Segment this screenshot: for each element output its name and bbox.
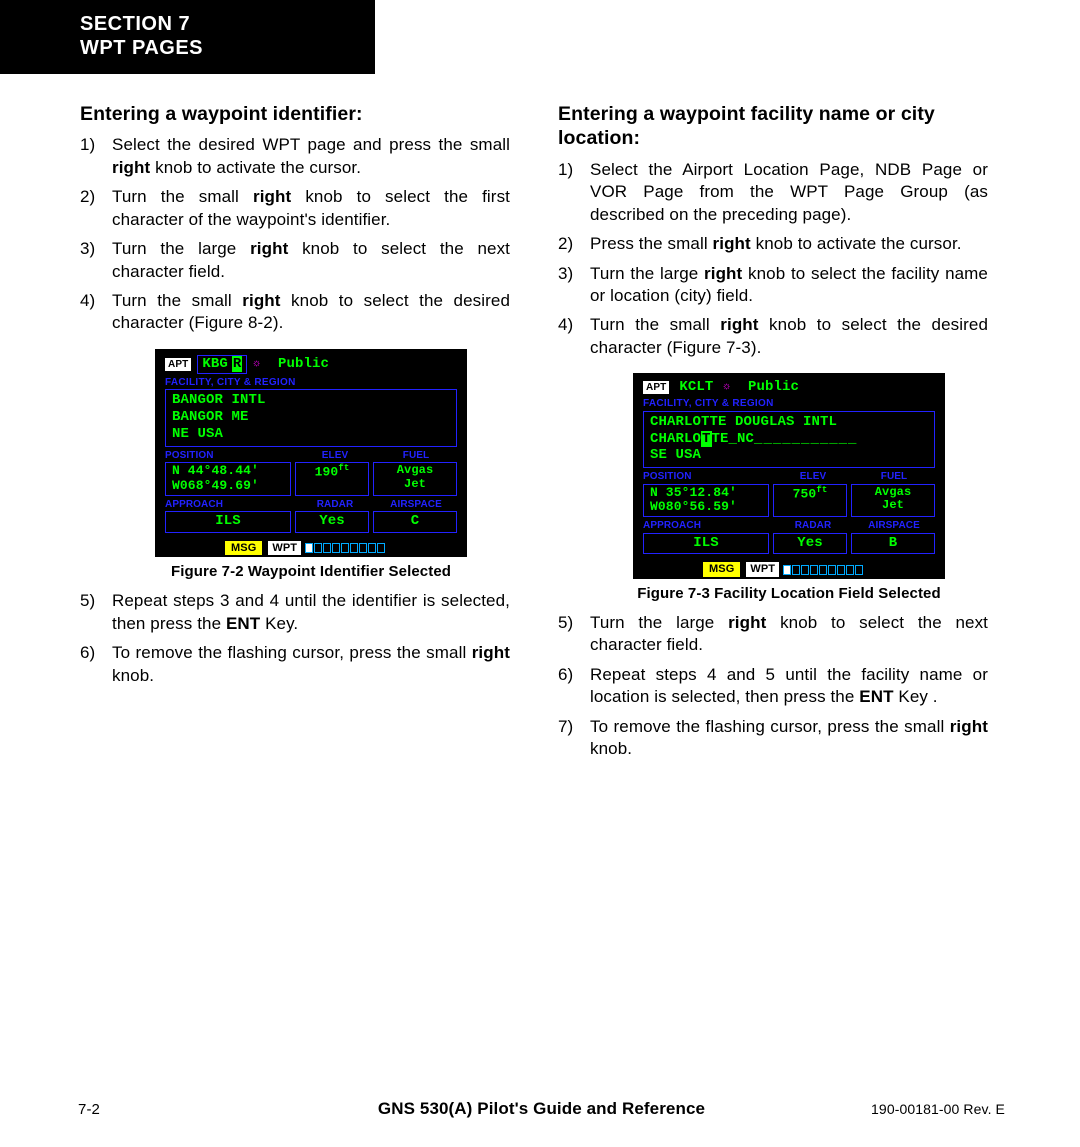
elev-cell: 190ft	[295, 462, 369, 496]
approach-cell: ILS	[643, 533, 769, 554]
section-line1: SECTION 7	[80, 12, 375, 36]
facility-box: CHARLOTTE DOUGLAS INTL CHARLOTTE_NC_____…	[643, 411, 935, 468]
page-number: 7-2	[78, 1101, 288, 1118]
status-bar: MSG WPT	[165, 541, 457, 556]
left-steps: 1)Select the desired WPT page and press …	[80, 134, 510, 335]
fuel-cell: AvgasJet	[373, 462, 457, 496]
figure-7-2: APT KBGR ☼ Public FACILITY, CITY & REGIO…	[112, 349, 510, 581]
position-cell: N 44°48.44'W068°49.69'	[165, 462, 291, 496]
status-bar: MSG WPT	[643, 562, 935, 577]
facility-section-label: FACILITY, CITY & REGION	[165, 377, 457, 389]
wpt-indicator: WPT	[746, 562, 779, 577]
symbol-icon: ☼	[723, 381, 730, 394]
figure-7-3: APT KCLT ☼ Public FACILITY, CITY & REGIO…	[590, 373, 988, 602]
figure-7-2-caption: Figure 7-2 Waypoint Identifier Selected	[112, 563, 510, 580]
radar-cell: Yes	[773, 533, 847, 554]
airspace-cell: B	[851, 533, 935, 554]
apt-label: APT	[643, 381, 669, 395]
wpt-indicator: WPT	[268, 541, 301, 556]
msg-indicator: MSG	[703, 562, 740, 577]
approach-cell: ILS	[165, 511, 291, 532]
airspace-cell: C	[373, 511, 457, 532]
msg-indicator: MSG	[225, 541, 262, 556]
doc-title: GNS 530(A) Pilot's Guide and Reference	[288, 1099, 795, 1119]
right-heading: Entering a waypoint facility name or cit…	[558, 102, 988, 151]
left-heading: Entering a waypoint identifier:	[80, 102, 510, 126]
facility-box: BANGOR INTL BANGOR ME NE USA	[165, 389, 457, 446]
apt-label: APT	[165, 358, 191, 372]
radar-cell: Yes	[295, 511, 369, 532]
gps-screen-1: APT KBGR ☼ Public FACILITY, CITY & REGIO…	[155, 349, 467, 558]
symbol-icon: ☼	[253, 358, 260, 371]
figure-7-3-caption: Figure 7-3 Facility Location Field Selec…	[590, 585, 988, 602]
gps-screen-2: APT KCLT ☼ Public FACILITY, CITY & REGIO…	[633, 373, 945, 579]
left-steps-cont: 5)Repeat steps 3 and 4 until the identif…	[80, 590, 510, 687]
page-content: Entering a waypoint identifier: 1)Select…	[0, 74, 1080, 767]
facility-section-label: FACILITY, CITY & REGION	[643, 398, 935, 410]
page-boxes-icon	[305, 543, 386, 553]
page-footer: 7-2 GNS 530(A) Pilot's Guide and Referen…	[0, 1099, 1080, 1119]
right-steps: 1)Select the Airport Location Page, NDB …	[558, 159, 988, 360]
ident-field: KBGR	[197, 355, 247, 374]
section-header: SECTION 7 WPT PAGES	[0, 0, 375, 74]
elev-cell: 750ft	[773, 484, 847, 518]
public-label: Public	[278, 356, 329, 372]
public-label: Public	[748, 379, 799, 395]
doc-revision: 190-00181-00 Rev. E	[795, 1101, 1005, 1117]
right-steps-cont: 5)Turn the large right knob to select th…	[558, 612, 988, 761]
fuel-cell: AvgasJet	[851, 484, 935, 518]
ident-field: KCLT	[675, 379, 717, 395]
right-column: Entering a waypoint facility name or cit…	[558, 102, 988, 767]
left-column: Entering a waypoint identifier: 1)Select…	[80, 102, 510, 767]
position-cell: N 35°12.84'W080°56.59'	[643, 484, 769, 518]
section-line2: WPT PAGES	[80, 36, 375, 60]
page-boxes-icon	[783, 565, 864, 575]
